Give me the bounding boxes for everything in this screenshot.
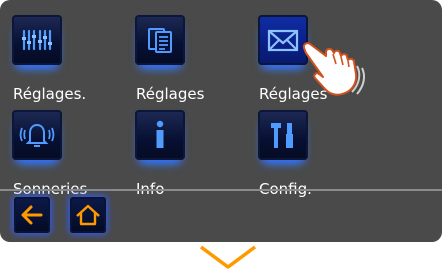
home-icon xyxy=(76,204,100,226)
menu-label-reglages-2: Réglages xyxy=(136,85,205,103)
menu-button-reglages-1[interactable] xyxy=(12,15,62,65)
menu-button-sonneries[interactable] xyxy=(12,110,62,160)
menu-label-reglages-1: Réglages. xyxy=(13,85,87,103)
info-icon xyxy=(156,120,164,148)
menu-button-config[interactable] xyxy=(258,110,308,160)
screen: Réglages. Réglages Réglages Sonneries In… xyxy=(0,0,442,242)
tools-icon xyxy=(271,123,293,148)
pointing-hand-icon xyxy=(302,42,366,96)
scroll-down-icon[interactable] xyxy=(198,245,258,269)
clipboard-icon xyxy=(148,28,172,53)
menu-button-reglages-2[interactable] xyxy=(135,15,185,65)
back-button[interactable] xyxy=(14,197,50,233)
equalizer-icon xyxy=(22,29,52,51)
bell-icon xyxy=(19,123,55,147)
menu-tile-reglages-2[interactable]: Réglages xyxy=(135,15,231,110)
arrow-left-icon xyxy=(21,205,43,225)
home-button[interactable] xyxy=(70,197,106,233)
divider xyxy=(0,189,442,191)
menu-tile-reglages-1[interactable]: Réglages. xyxy=(12,15,108,110)
menu-button-info[interactable] xyxy=(135,110,185,160)
